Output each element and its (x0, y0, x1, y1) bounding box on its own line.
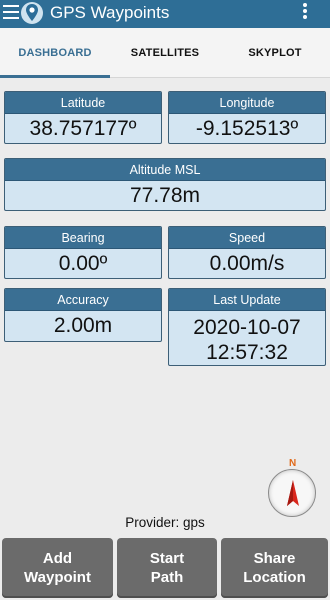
accuracy-card: Accuracy 2.00m (4, 288, 162, 342)
bearing-card: Bearing 0.00º (4, 226, 162, 279)
longitude-card: Longitude -9.152513º (168, 91, 326, 144)
start-path-button[interactable]: Start Path (117, 538, 217, 598)
overflow-menu-icon[interactable] (300, 3, 310, 23)
compass-widget: N (268, 458, 316, 517)
share-location-button[interactable]: Share Location (221, 538, 328, 598)
tab-skyplot[interactable]: SKYPLOT (220, 28, 330, 78)
card-label: Latitude (5, 92, 161, 114)
latitude-card: Latitude 38.757177º (4, 91, 162, 144)
location-pin-logo-icon (20, 1, 44, 25)
speed-card: Speed 0.00m/s (168, 226, 326, 279)
menu-icon[interactable] (3, 5, 19, 19)
tab-dashboard[interactable]: DASHBOARD (0, 28, 110, 78)
bearing-value: 0.00º (58, 251, 108, 275)
button-label-line: Start (149, 550, 185, 567)
tab-label: SKYPLOT (248, 47, 302, 59)
button-label-line: Add (42, 550, 73, 567)
compass-needle-icon (287, 480, 299, 506)
button-label-line: Share (253, 550, 296, 567)
compass-north-label: N (289, 458, 297, 469)
altitude-card: Altitude MSL 77.78m (4, 158, 326, 211)
last-update-date: 2020-10-07 (193, 316, 301, 339)
altitude-value: 77.78m (129, 183, 201, 207)
card-label: Bearing (5, 227, 161, 249)
tab-label: DASHBOARD (18, 47, 92, 59)
button-label-line: Location (243, 569, 306, 586)
card-label: Accuracy (5, 289, 161, 311)
app-title: GPS Waypoints (50, 3, 170, 22)
last-update-value: 2020-10-07 12:57:32 (169, 311, 325, 365)
add-waypoint-button[interactable]: Add Waypoint (2, 538, 113, 598)
button-label-line: Path (150, 569, 184, 586)
button-label-line: Waypoint (24, 569, 91, 586)
tab-satellites[interactable]: SATELLITES (110, 28, 220, 78)
card-label: Last Update (169, 289, 325, 311)
card-label: Speed (169, 227, 325, 249)
card-label: Altitude MSL (5, 159, 325, 181)
app-bar: GPS Waypoints (0, 0, 330, 28)
accuracy-value: 2.00m (53, 314, 113, 337)
provider-label: Provider: gps (125, 515, 205, 530)
speed-value: 0.00m/s (209, 251, 285, 275)
last-update-card: Last Update 2020-10-07 12:57:32 (168, 288, 326, 366)
tab-bar: DASHBOARD SATELLITES SKYPLOT (0, 28, 330, 78)
active-tab-indicator (0, 75, 110, 78)
last-update-time: 12:57:32 (206, 341, 288, 364)
card-label: Longitude (169, 92, 325, 114)
longitude-value: -9.152513º (195, 116, 299, 140)
tab-label: SATELLITES (130, 47, 200, 59)
latitude-value: 38.757177º (29, 116, 137, 140)
